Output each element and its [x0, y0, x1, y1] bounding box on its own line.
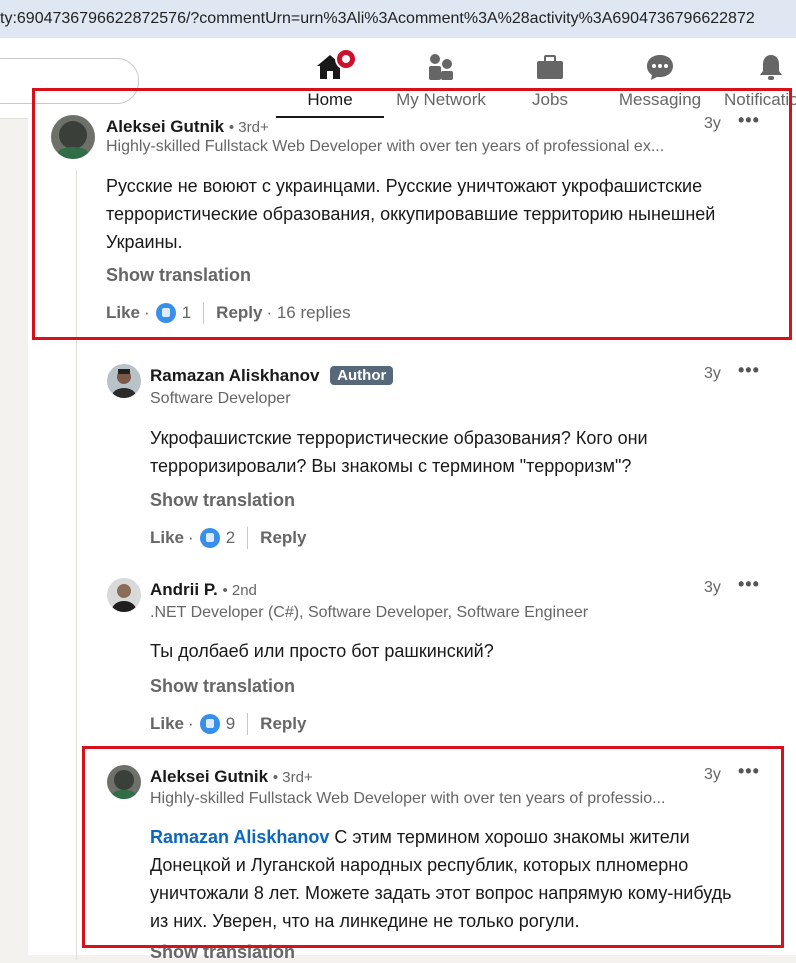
url-text: ty:6904736796622872576/?commentUrn=urn%3… — [0, 10, 755, 27]
comment-actions: Like · 2 Reply — [150, 527, 306, 549]
show-translation-button[interactable]: Show translation — [150, 676, 295, 697]
divider — [247, 713, 249, 735]
bell-icon — [756, 52, 786, 82]
reply-button[interactable]: Reply — [260, 528, 306, 548]
highlight-box — [82, 746, 784, 948]
avatar[interactable] — [107, 578, 141, 612]
more-options-button[interactable]: ••• — [738, 360, 760, 381]
comment-text: Ты долбаеб или просто бот рашкинский? — [150, 641, 494, 661]
more-options-button[interactable]: ••• — [738, 574, 760, 595]
author-headline: .NET Developer (C#), Software Developer,… — [150, 604, 589, 621]
comment-author[interactable]: Ramazan Aliskhanov Author — [150, 366, 394, 386]
like-reaction-icon[interactable] — [199, 714, 220, 734]
browser-url-bar[interactable]: ty:6904736796622872576/?commentUrn=urn%3… — [0, 0, 796, 38]
briefcase-icon — [535, 52, 565, 82]
comment-text: Укрофашистские террористические образова… — [150, 428, 648, 476]
separator-dot: · — [188, 714, 194, 733]
comment-timestamp: 3y — [704, 365, 721, 382]
divider — [247, 527, 249, 549]
author-badge: Author — [330, 366, 394, 385]
notification-badge — [335, 48, 357, 70]
highlight-box — [32, 88, 792, 340]
comment-author[interactable]: Andrii P. • 2nd — [150, 580, 257, 600]
like-reaction-icon[interactable] — [199, 528, 220, 548]
author-name[interactable]: Andrii P. — [150, 580, 218, 599]
show-translation-button[interactable]: Show translation — [150, 490, 295, 511]
author-headline: Software Developer — [150, 390, 291, 407]
comment-timestamp: 3y — [704, 579, 721, 596]
like-count[interactable]: 2 — [226, 528, 235, 548]
people-icon — [426, 52, 456, 82]
author-name[interactable]: Ramazan Aliskhanov — [150, 366, 319, 385]
like-button[interactable]: Like — [150, 714, 184, 734]
reply-button[interactable]: Reply — [260, 714, 306, 734]
connection-degree: • 2nd — [222, 582, 257, 599]
like-count[interactable]: 9 — [226, 714, 235, 734]
home-icon — [315, 48, 357, 82]
separator-dot: · — [188, 528, 194, 547]
comment-actions: Like · 9 Reply — [150, 713, 306, 735]
avatar[interactable] — [107, 364, 141, 398]
messaging-icon — [645, 52, 675, 82]
like-button[interactable]: Like — [150, 528, 184, 548]
